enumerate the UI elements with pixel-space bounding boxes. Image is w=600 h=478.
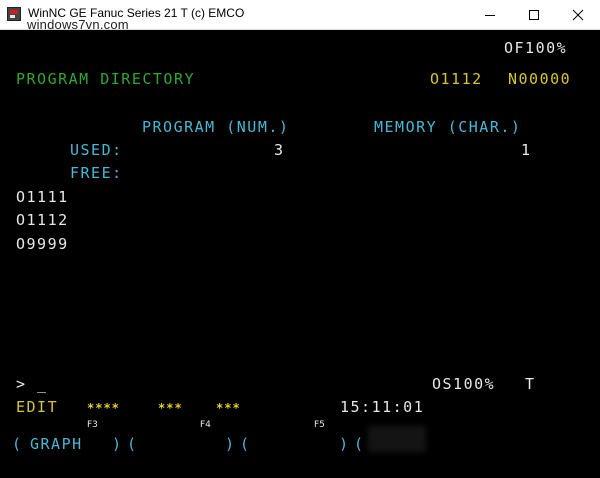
minimize-icon (485, 14, 495, 16)
mode-indicator: EDIT (16, 398, 59, 416)
softkey-4[interactable] (368, 426, 426, 452)
softkey-bracket: ( (354, 435, 365, 453)
program-list-item: O1111 (16, 188, 69, 206)
cnc-screen: OF100% PROGRAM DIRECTORY O1112 N00000 PR… (0, 30, 600, 478)
status-stars-3: *** (216, 401, 241, 415)
program-list-item: O1112 (16, 211, 69, 229)
close-icon (572, 9, 584, 20)
current-program: O1112 (430, 70, 483, 88)
feed-override: OF100% (504, 39, 568, 57)
screen-title: PROGRAM DIRECTORY (16, 70, 196, 88)
spindle-override: OS100% (432, 375, 496, 393)
softkey-bracket: ( (12, 435, 23, 453)
maximize-icon (529, 9, 539, 20)
softkey-graph[interactable]: GRAPH (30, 435, 83, 453)
free-label: FREE: (70, 164, 123, 182)
memory-column-header: MEMORY (CHAR.) (374, 118, 522, 136)
program-list-item: O9999 (16, 235, 69, 253)
app-window: WinNC GE Fanuc Series 21 T (c) EMCO wind… (0, 0, 600, 478)
softkey-bracket: ( (240, 435, 251, 453)
softkey-bracket: ( (127, 435, 138, 453)
softkey-bracket: ) (339, 435, 350, 453)
title-bar: WinNC GE Fanuc Series 21 T (c) EMCO wind… (0, 0, 600, 32)
used-programs-value: 3 (274, 141, 285, 159)
used-label: USED: (70, 141, 123, 159)
f5-key-label: F5 (314, 420, 325, 430)
close-button[interactable] (556, 0, 600, 29)
status-stars-2: *** (158, 401, 183, 415)
status-stars-1: **** (87, 401, 120, 415)
softkey-bracket: ) (112, 435, 123, 453)
softkey-bracket: ) (225, 435, 236, 453)
machine-type: T (525, 375, 536, 393)
minimize-button[interactable] (468, 0, 512, 29)
f3-key-label: F3 (87, 420, 98, 430)
program-column-header: PROGRAM (NUM.) (142, 118, 290, 136)
clock: 15:11:01 (340, 398, 425, 416)
f4-key-label: F4 (200, 420, 211, 430)
used-memory-value: 1 (521, 141, 532, 159)
maximize-button[interactable] (512, 0, 556, 29)
sequence-number: N00000 (508, 70, 572, 88)
app-icon (7, 7, 21, 21)
input-prompt[interactable]: > _ (16, 375, 48, 393)
